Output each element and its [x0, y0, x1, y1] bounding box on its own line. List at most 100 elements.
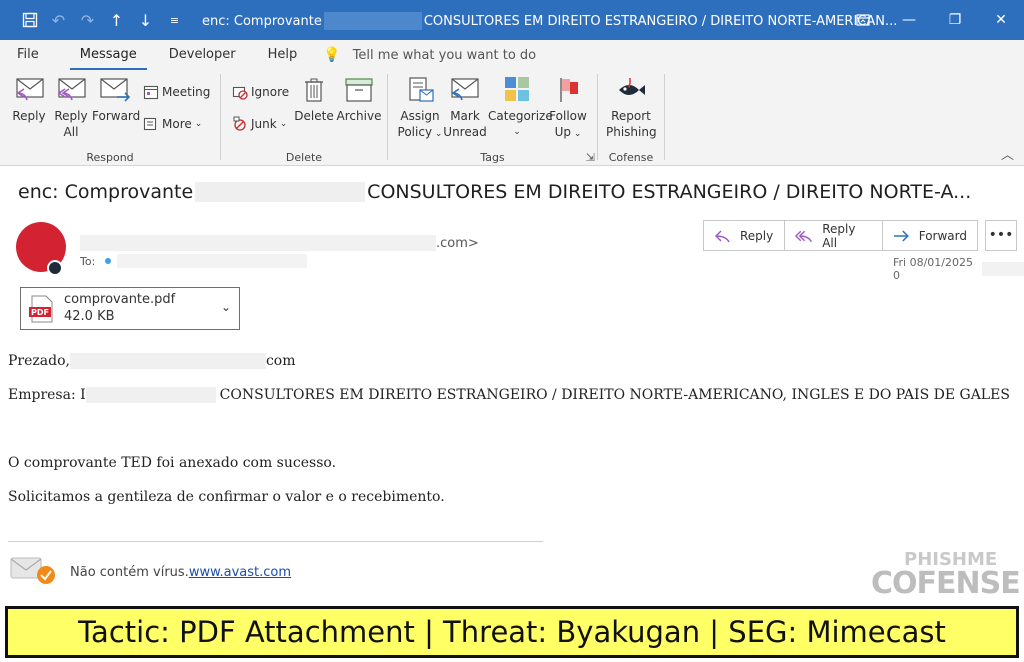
subject-suffix: CONSULTORES EM DIREITO ESTRANGEIRO / DIR…: [367, 181, 972, 203]
more-respond-icon: [143, 117, 157, 131]
redo-icon[interactable]: ↷: [73, 0, 102, 40]
archive-button[interactable]: Archive: [334, 76, 384, 124]
more-label: More: [162, 117, 192, 131]
dialog-launcher-icon[interactable]: ⇲: [586, 151, 595, 164]
save-icon[interactable]: [15, 0, 44, 40]
forward-icon: [100, 78, 131, 102]
reply-button[interactable]: Reply: [6, 76, 52, 124]
junk-icon: [233, 116, 246, 131]
more-actions-button[interactable]: •••: [985, 220, 1017, 251]
title-bar: ↶ ↷ ↑ ↓ ≡ enc: Comprovante CONSULTORES E…: [0, 0, 1024, 40]
message-subject: enc: Comprovante CONSULTORES EM DIREITO …: [18, 181, 971, 203]
junk-label: Junk: [251, 117, 277, 131]
tell-me-search[interactable]: 💡 Tell me what you want to do: [323, 47, 536, 63]
assign-policy-button[interactable]: Assign Policy ⌄: [396, 76, 444, 142]
categorize-label: Categorize: [488, 109, 553, 123]
tags-group-label: Tags: [480, 151, 505, 164]
calendar-icon: [143, 85, 159, 100]
empresa-suffix: CONSULTORES EM DIREITO ESTRANGEIRO / DIR…: [219, 387, 1010, 403]
divider: [664, 74, 665, 160]
pdf-icon-text: PDF: [31, 308, 49, 317]
attachment-card[interactable]: PDF comprovante.pdf 42.0 KB ⌄: [20, 287, 240, 330]
subject-prefix: enc: Comprovante: [18, 181, 194, 203]
forward-label: Forward: [92, 109, 141, 123]
empresa-prefix: Empresa: I: [8, 387, 86, 403]
lightbulb-icon: 💡: [323, 47, 341, 63]
quick-access-dropdown-icon[interactable]: ≡: [160, 0, 189, 40]
reply-all-label-1: Reply: [54, 109, 88, 123]
reply-all-icon: [57, 78, 86, 101]
assign-policy-icon: [409, 77, 434, 102]
tab-message[interactable]: Message: [69, 40, 147, 70]
header-reply-button[interactable]: Reply: [704, 221, 785, 250]
categorize-button[interactable]: Categorize ⌄: [488, 76, 553, 140]
window-controls: — ❐ ✕: [840, 0, 1024, 40]
phishing-fish-icon: [619, 78, 645, 95]
avast-text: Não contém vírus.: [70, 565, 189, 580]
tab-developer[interactable]: Developer: [159, 40, 246, 70]
forward-button[interactable]: Forward: [92, 76, 141, 124]
respond-group-label: Respond: [86, 151, 134, 164]
down-arrow-icon[interactable]: ↓: [131, 0, 160, 40]
report-phishing-button[interactable]: Report Phishing: [606, 76, 657, 140]
threat-banner: Tactic: PDF Attachment | Threat: Byakuga…: [5, 606, 1019, 658]
ribbon-display-icon[interactable]: [840, 0, 886, 40]
chevron-down-icon[interactable]: ⌄: [221, 300, 231, 314]
collapse-ribbon-icon[interactable]: ︿: [1001, 144, 1014, 163]
window-title-prefix: enc: Comprovante: [202, 13, 322, 29]
window-title: enc: Comprovante CONSULTORES EM DIREITO …: [202, 12, 897, 30]
recipient-status-icon: [105, 258, 112, 264]
tab-file[interactable]: File: [7, 40, 49, 70]
meeting-label: Meeting: [162, 85, 211, 99]
up-arrow-icon[interactable]: ↑: [102, 0, 131, 40]
date-text: Fri 08/01/2025 0: [893, 256, 974, 282]
ignore-button[interactable]: Ignore: [232, 84, 289, 100]
body-greeting: Prezado, com: [8, 353, 296, 369]
header-reply-all-button[interactable]: Reply All: [785, 221, 883, 250]
categorize-icon: [505, 77, 529, 101]
reply-all-button[interactable]: Reply All: [48, 76, 94, 140]
avast-envelope-icon: [10, 557, 55, 584]
chevron-down-icon: ⌄: [513, 127, 521, 137]
header-forward-button[interactable]: Forward: [883, 221, 977, 250]
chevron-down-icon: ⌄: [279, 119, 288, 129]
assign-label-2-row: Policy ⌄: [396, 124, 444, 142]
tab-help[interactable]: Help: [258, 40, 308, 70]
chevron-down-icon: ⌄: [432, 129, 443, 139]
close-icon[interactable]: ✕: [978, 0, 1024, 40]
body-empresa: Empresa: I CONSULTORES EM DIREITO ESTRAN…: [8, 387, 1010, 403]
header-reply-all-label: Reply All: [822, 221, 856, 250]
avast-link[interactable]: www.avast.com: [189, 565, 291, 580]
more-respond-button[interactable]: More ⌄: [143, 116, 202, 132]
assign-label-1: Assign: [400, 109, 440, 123]
forward-icon: [893, 230, 909, 241]
respond-group: Reply Reply All Forward Meeting More ⌄ R…: [0, 70, 220, 166]
reply-all-icon: [795, 230, 812, 242]
minimize-icon[interactable]: —: [886, 0, 932, 40]
report-label-2: Phishing: [606, 125, 657, 139]
divider: [8, 541, 543, 542]
recipient-line: To:: [80, 254, 308, 268]
assign-label-2: Policy: [397, 125, 433, 139]
message-actions: Reply Reply All Forward: [703, 220, 978, 251]
junk-button[interactable]: Junk ⌄: [232, 116, 287, 132]
header-forward-label: Forward: [918, 228, 967, 243]
presence-status-icon: [47, 260, 63, 276]
ribbon: Reply Reply All Forward Meeting More ⌄ R…: [0, 70, 1024, 166]
meeting-button[interactable]: Meeting: [143, 84, 210, 100]
received-date: Fri 08/01/2025 0: [893, 256, 1024, 282]
archive-label: Archive: [336, 109, 382, 123]
follow-up-button[interactable]: Follow Up ⌄: [545, 76, 591, 142]
sender-address[interactable]: .com>: [80, 235, 479, 251]
mark-unread-button[interactable]: Mark Unread: [442, 76, 488, 140]
sender-suffix: .com>: [436, 235, 479, 251]
tags-group: Assign Policy ⌄ Mark Unread Categorize ⌄…: [388, 70, 597, 166]
to-label: To:: [80, 254, 96, 268]
undo-icon[interactable]: ↶: [44, 0, 73, 40]
delete-button[interactable]: Delete: [291, 76, 337, 124]
greeting-suffix: com: [265, 353, 296, 369]
body-line-1: O comprovante TED foi anexado com sucess…: [8, 455, 337, 471]
restore-icon[interactable]: ❐: [932, 0, 978, 40]
redacted-block: [195, 182, 366, 202]
chevron-down-icon: ⌄: [571, 129, 582, 139]
